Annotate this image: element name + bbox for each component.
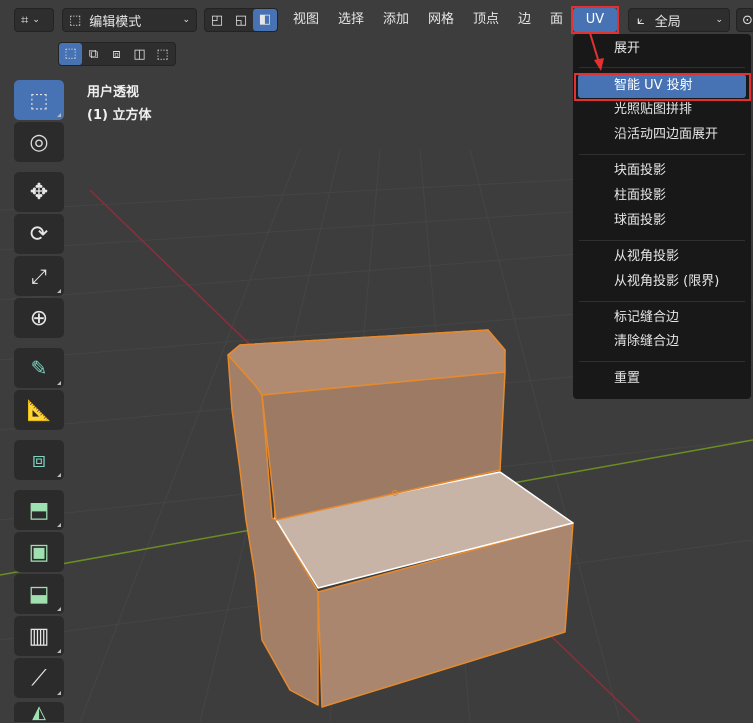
- annotation-arrow: [589, 32, 604, 71]
- scale-icon: ⤢: [31, 264, 47, 288]
- inset-icon: ▣: [28, 539, 50, 565]
- menu-separator: [579, 361, 745, 362]
- tool-select-box[interactable]: ⬚: [14, 80, 64, 120]
- view-name-label: 用户透视: [87, 85, 140, 100]
- chevron-down-icon: ⌄: [715, 15, 723, 25]
- menu-uv[interactable]: UV: [573, 8, 617, 32]
- select-subtract-icon[interactable]: ⧈: [105, 47, 128, 62]
- editor-type-icon: ⌗: [21, 12, 29, 28]
- menu-item-project-from-view-bounds[interactable]: 从视角投影 (限界): [573, 270, 751, 294]
- chevron-down-icon: ⌄: [32, 15, 40, 25]
- editor-type-button[interactable]: ⌗ ⌄: [14, 8, 54, 32]
- tool-transform[interactable]: ⊕: [14, 298, 64, 338]
- menu-separator: [579, 240, 745, 241]
- uv-dropdown-menu: 展开 智能 UV 投射 光照贴图拼排 沿活动四边面展开 块面投影 柱面投影 球面…: [573, 34, 751, 399]
- snap-icon: ⊙: [742, 12, 753, 28]
- select-invert-icon[interactable]: ◫: [128, 47, 151, 62]
- cursor-icon: ◎: [29, 129, 49, 155]
- tool-rotate[interactable]: ⟳: [14, 214, 64, 254]
- menu-item-lightmap-pack[interactable]: 光照贴图拼排: [573, 98, 751, 122]
- menu-vertex[interactable]: 顶点: [473, 10, 499, 30]
- tool-measure[interactable]: 📐: [14, 390, 64, 430]
- bevel-icon: ⬓: [28, 581, 50, 607]
- select-extend-icon[interactable]: ⧉: [82, 47, 105, 62]
- select-intersect-icon[interactable]: ⬚: [151, 47, 174, 62]
- menu-item-cube-projection[interactable]: 块面投影: [573, 159, 751, 183]
- menu-edge[interactable]: 边: [518, 10, 531, 30]
- tool-poly-build[interactable]: ◭: [14, 701, 64, 723]
- menu-item-follow-active-quads[interactable]: 沿活动四边面展开: [573, 123, 751, 147]
- transform-orientation-select[interactable]: ⟀ 全局 ⌄: [628, 8, 730, 32]
- edit-mode-icon: ⬚: [69, 12, 82, 28]
- menu-separator: [579, 301, 745, 302]
- tool-knife[interactable]: ⟋: [14, 658, 64, 698]
- tool-inset[interactable]: ▣: [14, 532, 64, 572]
- menu-item-clear-seam[interactable]: 清除缝合边: [573, 330, 751, 354]
- menu-add[interactable]: 添加: [383, 10, 409, 30]
- tool-cursor[interactable]: ◎: [14, 122, 64, 162]
- add-cube-icon: ⧈: [32, 447, 46, 473]
- tool-extrude[interactable]: ⬒: [14, 490, 64, 530]
- snap-button[interactable]: ⊙: [736, 8, 753, 32]
- transform-orientation-label: 全局: [654, 14, 681, 30]
- loop-cut-icon: ▥: [28, 623, 50, 649]
- menu-view[interactable]: 视图: [293, 10, 319, 30]
- move-icon: ✥: [29, 179, 49, 205]
- menu-item-smart-uv-project[interactable]: 智能 UV 投射: [578, 74, 746, 98]
- mode-label: 编辑模式: [89, 14, 142, 30]
- menu-item-project-from-view[interactable]: 从视角投影: [573, 245, 751, 269]
- menu-separator: [579, 154, 745, 155]
- annotate-icon: ✎: [30, 356, 48, 380]
- selection-operation-group: ⬚ ⧉ ⧈ ◫ ⬚: [58, 42, 176, 66]
- tool-bevel[interactable]: ⬓: [14, 574, 64, 614]
- tool-scale[interactable]: ⤢: [14, 256, 64, 296]
- menu-mesh[interactable]: 网格: [428, 10, 454, 30]
- tool-annotate[interactable]: ✎: [14, 348, 64, 388]
- orientation-icon: ⟀: [637, 12, 645, 28]
- menu-item-sphere-projection[interactable]: 球面投影: [573, 209, 751, 233]
- menu-select[interactable]: 选择: [338, 10, 364, 30]
- select-mode-group: ◰ ◱ ◧: [204, 8, 278, 32]
- rotate-icon: ⟳: [29, 221, 49, 247]
- extrude-icon: ⬒: [28, 497, 50, 523]
- vertex-select-icon[interactable]: ◰: [205, 13, 229, 28]
- menu-item-mark-seam[interactable]: 标记缝合边: [573, 306, 751, 330]
- select-new-icon[interactable]: ⬚: [59, 43, 82, 65]
- tool-add-cube[interactable]: ⧈: [14, 440, 64, 480]
- chevron-down-icon: ⌄: [182, 15, 190, 25]
- mode-select[interactable]: ⬚ 编辑模式 ⌄: [62, 8, 197, 32]
- edge-select-icon[interactable]: ◱: [229, 13, 253, 28]
- menu-item-reset[interactable]: 重置: [573, 367, 751, 391]
- transform-icon: ⊕: [29, 305, 49, 331]
- select-box-icon: ⬚: [29, 88, 49, 112]
- menu-item-cylinder-projection[interactable]: 柱面投影: [573, 184, 751, 208]
- measure-icon: 📐: [26, 398, 52, 422]
- tool-loop-cut[interactable]: ▥: [14, 616, 64, 656]
- tool-move[interactable]: ✥: [14, 172, 64, 212]
- menu-face[interactable]: 面: [550, 10, 563, 30]
- object-name-label: (1) 立方体: [87, 108, 152, 123]
- poly-build-icon: ◭: [32, 701, 46, 723]
- face-select-icon[interactable]: ◧: [253, 9, 277, 31]
- knife-icon: ⟋: [31, 665, 47, 691]
